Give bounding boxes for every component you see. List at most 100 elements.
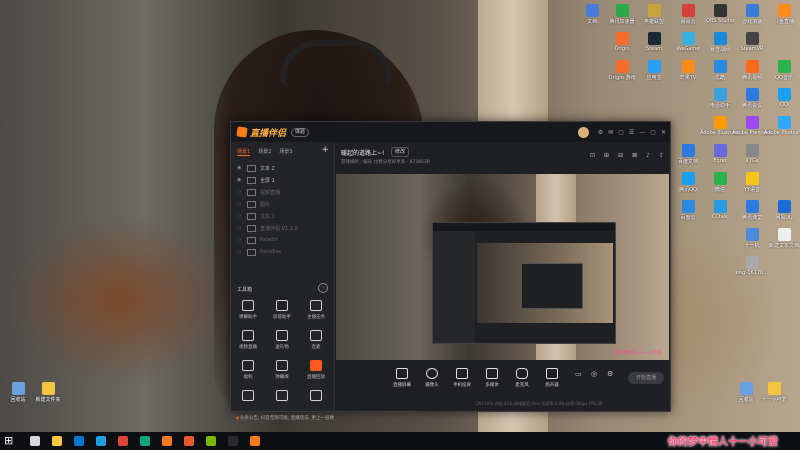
toolbox-more-icon[interactable]: › bbox=[318, 283, 328, 293]
source-item[interactable]: ◌ 文本 1 bbox=[231, 210, 334, 222]
eye-icon[interactable]: ◉ bbox=[237, 177, 247, 183]
eye-icon[interactable]: ◌ bbox=[237, 201, 247, 207]
scene-icon[interactable]: ⊞ bbox=[604, 152, 609, 159]
screen-capture-button[interactable]: 直播屏幕 bbox=[387, 368, 417, 388]
multimedia-button[interactable]: 多媒体 bbox=[477, 368, 507, 388]
vscode-icon[interactable] bbox=[140, 436, 150, 446]
desktop-icon[interactable]: Steam bbox=[636, 32, 672, 60]
tool-video-live[interactable]: 视频直播 bbox=[233, 330, 263, 354]
search-icon[interactable] bbox=[30, 436, 40, 446]
eye-icon[interactable]: ◌ bbox=[237, 237, 247, 243]
store-icon[interactable] bbox=[96, 436, 106, 446]
source-item[interactable]: ◌ Paladin bbox=[231, 234, 334, 246]
eye-icon[interactable]: ◌ bbox=[237, 213, 247, 219]
tool-danmu-library[interactable]: 弹幕库 bbox=[267, 360, 297, 384]
windows-start-icon[interactable]: ⊞ bbox=[4, 434, 13, 447]
tool-room-manager[interactable]: 房管助手 bbox=[267, 300, 297, 324]
close-icon[interactable]: ✕ bbox=[661, 129, 666, 136]
speaker-button[interactable]: 扬声器 bbox=[537, 368, 567, 388]
start-live-button[interactable]: 开始直播 bbox=[628, 372, 664, 384]
desktop-icon[interactable]: QQ音乐 bbox=[766, 60, 800, 88]
desktop-icon[interactable]: 微信 bbox=[702, 172, 738, 200]
app-icon[interactable] bbox=[228, 436, 238, 446]
desktop-icon[interactable]: 优酷 bbox=[702, 60, 738, 88]
eye-icon[interactable]: ◌ bbox=[237, 189, 247, 195]
version-badge[interactable]: 体验 bbox=[291, 127, 310, 137]
source-item[interactable]: ◌ 直播伴侣 V1.2.0 bbox=[231, 222, 334, 234]
eye-icon[interactable]: ◌ bbox=[237, 249, 247, 255]
desktop-icon[interactable]: 腾讯会议 bbox=[734, 88, 770, 116]
tool-danmu-assistant[interactable]: 弹幕助手 bbox=[233, 300, 263, 324]
share-icon[interactable]: ⇪ bbox=[659, 152, 664, 159]
source-item[interactable]: ◌ 图片 bbox=[231, 198, 334, 210]
desktop-icon[interactable]: 应用宝 bbox=[636, 60, 672, 88]
desktop-icon[interactable]: 暴雪战网 bbox=[702, 32, 738, 60]
desktop-icon[interactable]: 网易云 bbox=[670, 4, 706, 32]
tab-scene-3[interactable]: 场景3 bbox=[279, 148, 292, 156]
tool-gift[interactable]: 送礼物 bbox=[267, 330, 297, 354]
source-item[interactable]: ◉ 全屏 1 bbox=[231, 174, 334, 186]
tab-scene-1[interactable]: 场景1 bbox=[237, 148, 251, 156]
desktop-icon[interactable]: QQ bbox=[766, 88, 800, 116]
desktop-icon[interactable]: 英雄联盟 bbox=[636, 4, 672, 32]
bell-icon[interactable]: ♪ bbox=[646, 152, 650, 159]
tool-item[interactable] bbox=[301, 390, 331, 414]
desktop-icon[interactable]: Adobe Photoshop bbox=[764, 116, 800, 144]
nvidia-icon[interactable] bbox=[206, 436, 216, 446]
desktop-icon[interactable]: 新建文件夹 bbox=[30, 382, 66, 410]
file-explorer-icon[interactable] bbox=[52, 436, 62, 446]
desktop-icon[interactable]: 腾讯QQ bbox=[670, 172, 706, 200]
edit-room-button[interactable]: 修改 bbox=[391, 147, 410, 157]
desktop-icon[interactable]: XYGs bbox=[734, 144, 770, 172]
desktop-icon[interactable]: YY语音 bbox=[734, 172, 770, 200]
settings-icon[interactable]: ⚙ bbox=[598, 129, 603, 136]
avatar[interactable] bbox=[577, 126, 589, 138]
eye-icon[interactable]: ◌ bbox=[237, 225, 247, 231]
desktop-icon[interactable]: 新建文本文档 bbox=[766, 228, 800, 256]
app-icon[interactable] bbox=[162, 436, 172, 446]
desktop-icon[interactable]: 斗鱼直播 bbox=[766, 4, 800, 32]
stream-preview[interactable]: 你的梦中情人十一小可爱 bbox=[336, 174, 669, 360]
tool-replay[interactable]: 直播回放 bbox=[301, 360, 331, 384]
source-item[interactable]: ◌ Paradise bbox=[231, 246, 334, 258]
tool-link-mic[interactable]: 连麦 bbox=[301, 330, 331, 354]
desktop-icon[interactable]: Origin bbox=[604, 32, 640, 60]
desktop-icon[interactable]: WeGame bbox=[670, 32, 706, 60]
eye-icon[interactable]: ◉ bbox=[237, 165, 247, 171]
desktop-icon[interactable]: Origin·游戏 bbox=[604, 60, 640, 88]
desktop-icon[interactable]: 游戏加速 bbox=[734, 4, 770, 32]
announcement-bar[interactable]: ◀ 头条公告, 抖音无限可能, 直播玩法, 更上一层楼 bbox=[235, 415, 334, 421]
message-icon[interactable]: ✉ bbox=[608, 129, 613, 136]
gift-box-icon[interactable]: ⊟ bbox=[618, 152, 623, 159]
phone-cast-button[interactable]: 手机投屏 bbox=[447, 368, 477, 388]
tab-scene-2[interactable]: 场景2 bbox=[258, 148, 271, 156]
tool-item[interactable] bbox=[267, 390, 297, 414]
tool-anchor-task[interactable]: 主播任务 bbox=[301, 300, 331, 324]
desktop-icon[interactable]: 网易UU bbox=[766, 200, 800, 228]
settings-icon[interactable]: ⚙ bbox=[607, 370, 613, 378]
desktop-icon[interactable]: 腾讯加速器 bbox=[604, 4, 640, 32]
desktop-icon[interactable]: 腾讯视频 bbox=[734, 60, 770, 88]
add-scene-button[interactable]: + bbox=[321, 145, 329, 155]
desktop-icon[interactable]: 电话助手 bbox=[702, 88, 738, 116]
menu-icon[interactable]: ☰ bbox=[629, 129, 634, 136]
layout-icon[interactable]: ⊡ bbox=[590, 152, 595, 159]
maximize-icon[interactable]: ▢ bbox=[650, 129, 656, 136]
desktop-icon[interactable]: Egret bbox=[702, 144, 738, 172]
desktop-icon[interactable]: CCtalk bbox=[702, 200, 738, 228]
source-item[interactable]: ◉ 文本 2 bbox=[231, 162, 334, 174]
desktop-icon[interactable]: SteamVR bbox=[734, 32, 770, 60]
tool-item[interactable] bbox=[233, 390, 263, 414]
desktop-icon[interactable]: 芒果TV bbox=[670, 60, 706, 88]
microphone-button[interactable]: 麦克风 bbox=[507, 368, 537, 388]
edge-icon[interactable] bbox=[74, 436, 84, 446]
desktop-icon[interactable]: 百度文档 bbox=[670, 144, 706, 172]
desktop-icon[interactable]: 十一机 bbox=[734, 228, 770, 256]
desktop-icon[interactable]: OBS Studio bbox=[702, 4, 738, 32]
chrome-icon[interactable] bbox=[118, 436, 128, 446]
record-icon[interactable]: ▭ bbox=[575, 370, 582, 378]
camera-button[interactable]: 摄像头 bbox=[417, 368, 447, 388]
desktop-icon[interactable]: img-16170... bbox=[734, 256, 770, 284]
message-icon[interactable]: ⊠ bbox=[632, 152, 637, 159]
app-icon[interactable] bbox=[184, 436, 194, 446]
